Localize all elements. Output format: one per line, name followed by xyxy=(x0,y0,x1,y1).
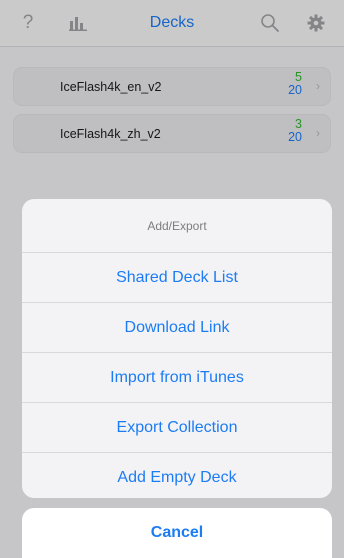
import-from-itunes-button[interactable]: Import from iTunes xyxy=(22,352,332,402)
add-empty-deck-button[interactable]: Add Empty Deck xyxy=(22,452,332,498)
export-collection-button[interactable]: Export Collection xyxy=(22,402,332,452)
cancel-button[interactable]: Cancel xyxy=(22,508,332,558)
download-link-button[interactable]: Download Link xyxy=(22,302,332,352)
shared-deck-list-button[interactable]: Shared Deck List xyxy=(22,252,332,302)
action-sheet-title: Add/Export xyxy=(147,218,207,233)
action-sheet: Add/Export Shared Deck List Download Lin… xyxy=(22,199,332,498)
